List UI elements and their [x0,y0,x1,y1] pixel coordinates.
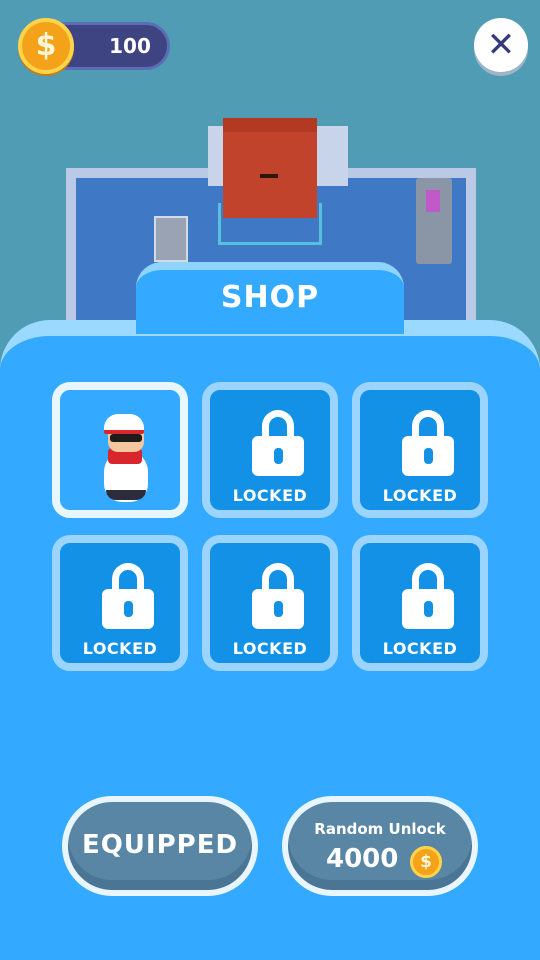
character-cap [104,414,144,434]
atm-screen [426,190,440,212]
shop-slot-locked[interactable]: LOCKED [52,535,188,671]
random-unlock-price: 4000 [326,844,399,874]
coin-count: 100 [109,34,151,58]
equipped-label: EQUIPPED [81,830,239,860]
locked-label: LOCKED [382,639,458,658]
lock-icon [402,410,454,476]
cabinet-slot [260,174,278,178]
atm-machine [416,178,452,264]
shop-slot-character[interactable] [52,382,188,518]
equipped-button[interactable]: EQUIPPED [62,796,258,896]
random-unlock-button[interactable]: Random Unlock 4000 $ [282,796,478,896]
wall-machine [154,216,188,262]
shop-header-tab: SHOP [136,262,404,334]
random-unlock-label: Random Unlock [314,820,446,838]
shop-slot-locked[interactable]: LOCKED [202,382,338,518]
coin-icon: $ [18,18,74,74]
character-skin-icon [98,410,158,506]
lock-icon [102,563,154,629]
close-button[interactable]: ✕ [474,18,528,72]
lock-icon [402,563,454,629]
shop-slot-locked[interactable]: LOCKED [352,382,488,518]
lock-icon [252,563,304,629]
coin-icon: $ [410,846,442,878]
lock-icon [252,410,304,476]
shop-slot-locked[interactable]: LOCKED [202,535,338,671]
character-sunglasses [110,434,142,442]
locked-label: LOCKED [232,486,308,505]
highlight-zone [218,203,322,245]
locked-label: LOCKED [382,486,458,505]
locked-label: LOCKED [232,639,308,658]
shop-slot-locked[interactable]: LOCKED [352,535,488,671]
locked-label: LOCKED [82,639,158,658]
shop-title: SHOP [220,280,320,315]
character-base [106,490,146,500]
